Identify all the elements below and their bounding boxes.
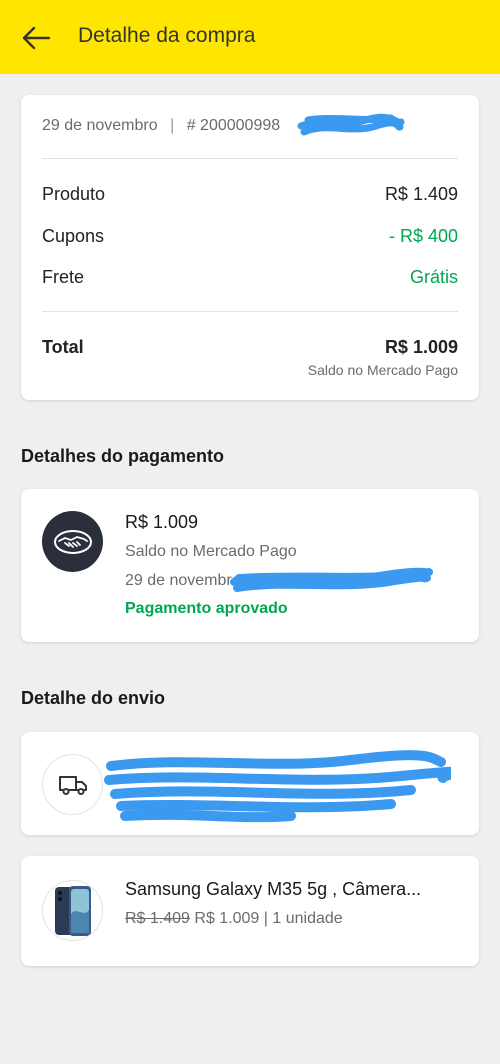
order-number: # 200000998 <box>186 117 281 134</box>
row-label: Cupons <box>42 226 105 246</box>
page-title: Detalhe da compra <box>78 24 256 47</box>
arrow-left-icon <box>22 26 51 50</box>
summary-row-product: Produto R$ 1.409 <box>42 184 458 205</box>
payment-section-title: Detalhes do pagamento <box>21 446 225 466</box>
payment-method: Saldo no Mercado Pago <box>125 543 297 560</box>
total-payment-method: Saldo no Mercado Pago <box>307 362 458 378</box>
order-separator: | <box>170 117 175 134</box>
mercado-pago-handshake-icon <box>42 511 103 572</box>
row-label: Produto <box>42 184 106 204</box>
row-label: Frete <box>42 267 85 287</box>
row-value: - R$ 400 <box>388 226 458 246</box>
divider <box>42 311 458 312</box>
shipping-card <box>21 732 479 835</box>
payment-status: Pagamento aprovado <box>125 600 288 617</box>
product-price: R$ 1.009 <box>194 910 260 927</box>
phone-image <box>54 885 91 936</box>
divider <box>42 158 458 159</box>
order-summary-card: 29 de novembro | # 200000998 Produto R$ … <box>21 95 479 400</box>
total-value: R$ 1.009 <box>384 337 458 357</box>
product-name: Samsung Galaxy M35 5g , Câmera... <box>125 879 422 899</box>
payment-card: R$ 1.009 Saldo no Mercado Pago 29 de nov… <box>21 489 479 642</box>
summary-row-coupons: Cupons - R$ 400 <box>42 226 458 247</box>
product-old-price: R$ 1.409 <box>125 910 190 927</box>
summary-row-total: Total R$ 1.009 <box>42 337 458 358</box>
product-card[interactable]: Samsung Galaxy M35 5g , Câmera... R$ 1.4… <box>21 856 479 966</box>
order-meta: 29 de novembro | # 200000998 <box>42 117 280 135</box>
total-label: Total <box>42 337 84 357</box>
payment-amount: R$ 1.009 <box>125 512 199 532</box>
redaction-scribble <box>104 750 451 823</box>
product-separator: | <box>263 910 268 927</box>
row-value: Grátis <box>409 267 458 287</box>
product-price-line: R$ 1.409 R$ 1.009 | 1 unidade <box>125 910 343 928</box>
shipping-section-title: Detalhe do envio <box>21 688 166 708</box>
order-date: 29 de novembro <box>42 117 158 134</box>
redaction-scribble <box>230 567 433 592</box>
truck-icon <box>42 754 103 815</box>
app-header: Detalhe da compra <box>0 0 500 74</box>
product-thumbnail <box>42 880 103 941</box>
product-quantity: 1 unidade <box>272 910 343 927</box>
row-value: R$ 1.409 <box>384 184 458 204</box>
summary-row-shipping: Frete Grátis <box>42 267 458 288</box>
back-button[interactable] <box>18 22 54 54</box>
payment-date: 29 de novembro <box>125 572 241 589</box>
redaction-scribble <box>297 113 405 136</box>
